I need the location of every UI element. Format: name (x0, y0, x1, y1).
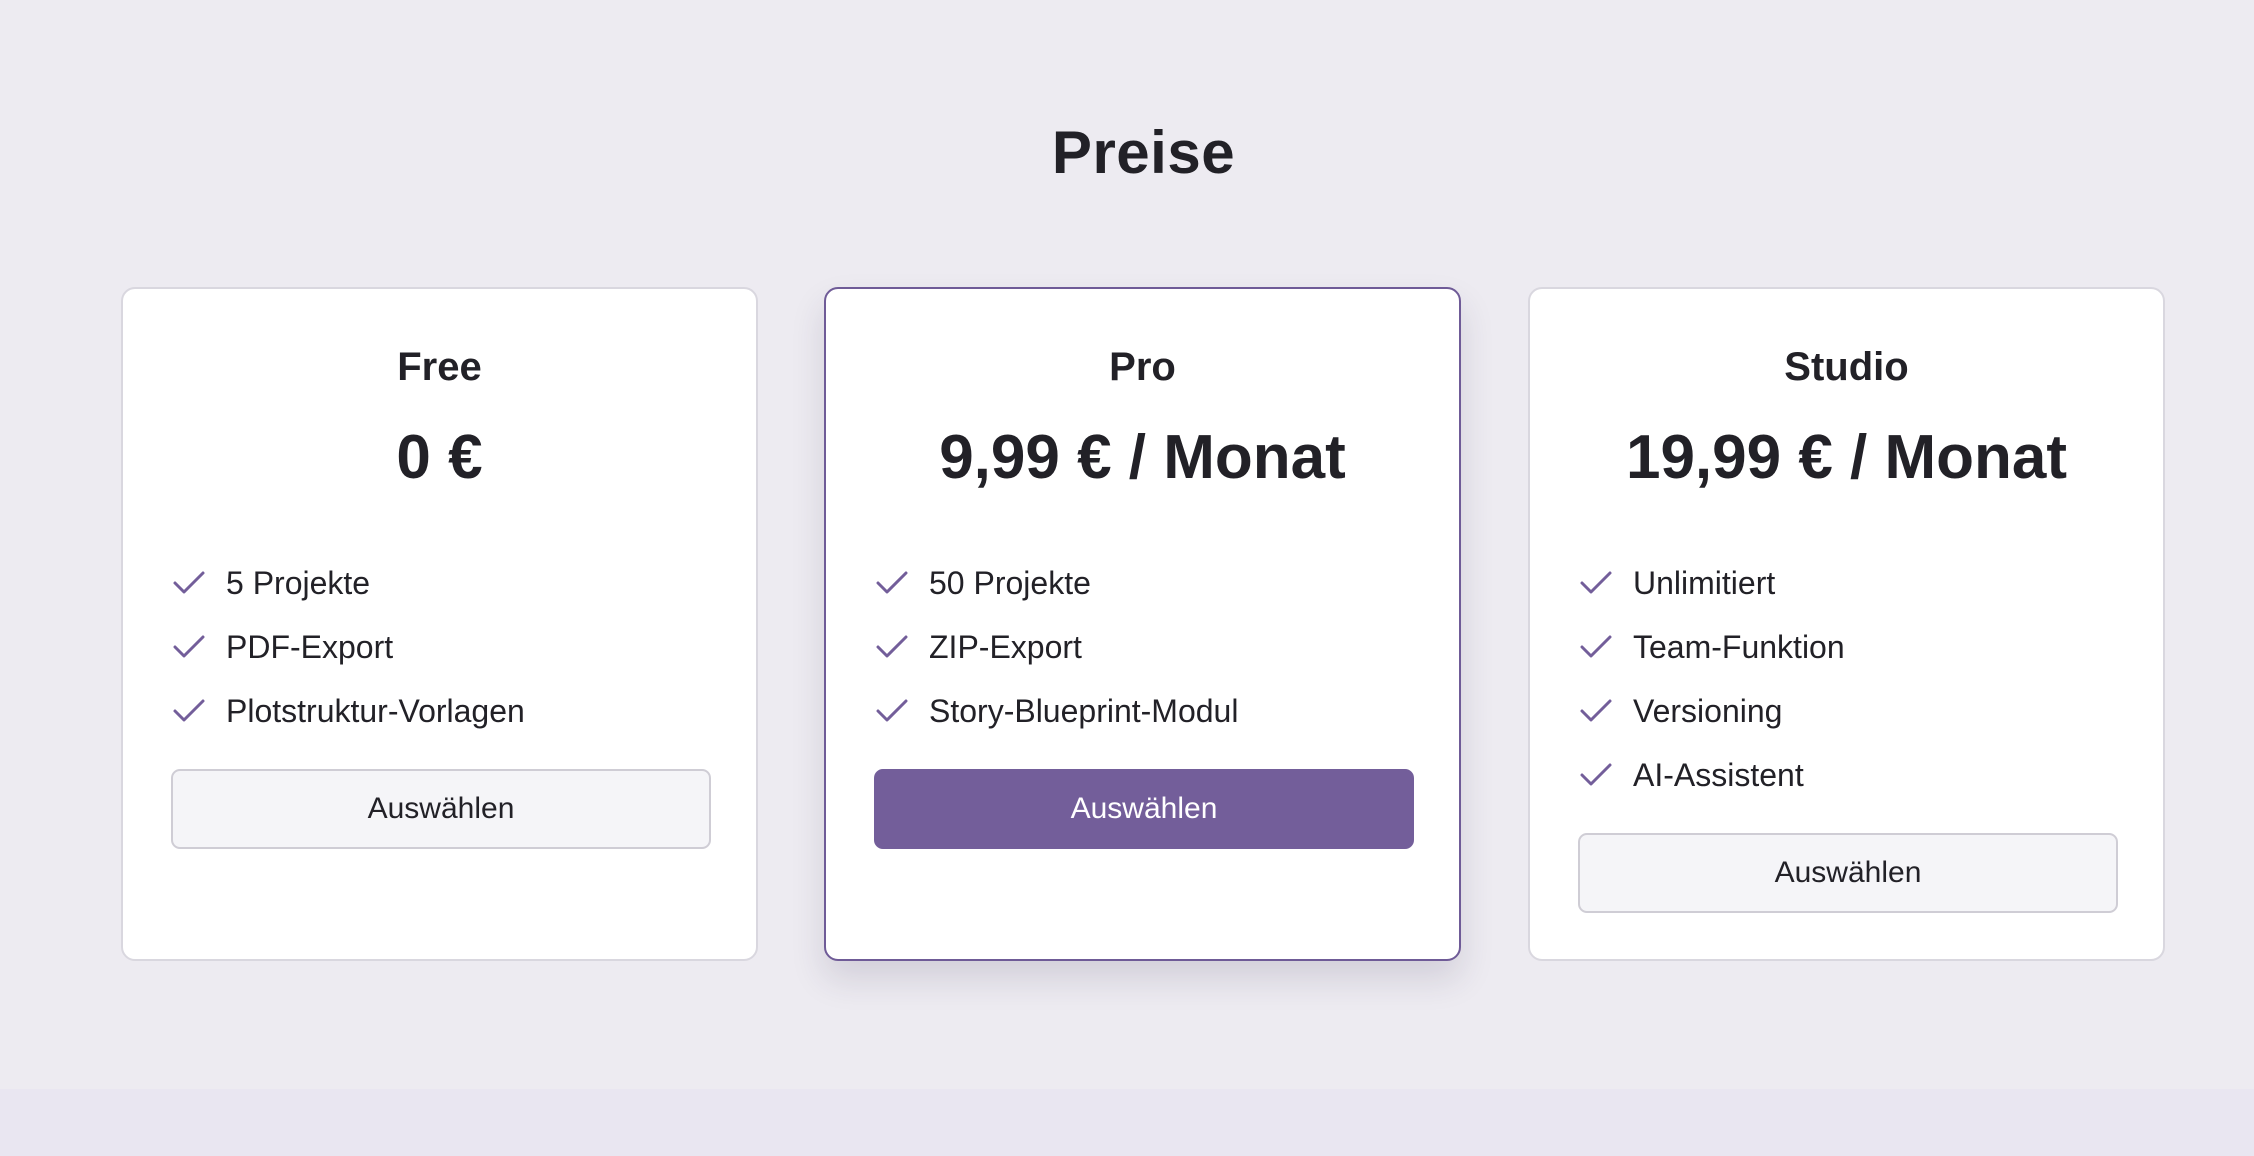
feature-label: ZIP-Export (929, 628, 1082, 665)
feature-label: Plotstruktur-Vorlagen (226, 692, 525, 729)
plan-name: Pro (1109, 345, 1176, 389)
pricing-card-studio: Studio 19,99 € / Monat Unlimitiert Team-… (1528, 287, 2165, 961)
feature-label: PDF-Export (226, 628, 394, 665)
feature-item: 50 Projekte (875, 551, 1429, 615)
feature-label: AI-Assistent (1633, 756, 1804, 793)
select-free-button[interactable]: Auswählen (171, 769, 711, 849)
check-icon (173, 699, 205, 722)
plan-price: 19,99 € / Monat (1625, 423, 2068, 492)
select-pro-button[interactable]: Auswählen (874, 769, 1414, 849)
check-icon (1580, 763, 1612, 786)
feature-item: Unlimitiert (1579, 551, 2133, 615)
feature-list: 5 Projekte PDF-Export Plotstruktur-Vorla… (172, 551, 726, 743)
check-icon (876, 699, 908, 722)
feature-item: Team-Funktion (1579, 615, 2133, 679)
check-icon (173, 635, 205, 658)
footer-band (0, 1089, 2254, 1156)
feature-item: Versioning (1579, 679, 2133, 743)
page-title: Preise (1051, 119, 1236, 186)
feature-list: 50 Projekte ZIP-Export Story-Blueprint-M… (875, 551, 1429, 743)
feature-label: 50 Projekte (929, 564, 1091, 601)
feature-label: Team-Funktion (1633, 628, 1845, 665)
plan-price: 0 € (396, 423, 483, 492)
check-icon (876, 635, 908, 658)
check-icon (1580, 571, 1612, 594)
feature-item: Plotstruktur-Vorlagen (172, 679, 726, 743)
check-icon (1580, 699, 1612, 722)
feature-list: Unlimitiert Team-Funktion Versioning AI-… (1579, 551, 2133, 807)
feature-label: Story-Blueprint-Modul (929, 692, 1239, 729)
plan-name: Studio (1784, 345, 1909, 389)
check-icon (876, 571, 908, 594)
feature-item: PDF-Export (172, 615, 726, 679)
check-icon (173, 571, 205, 594)
feature-item: ZIP-Export (875, 615, 1429, 679)
pricing-card-pro: Pro 9,99 € / Monat 50 Projekte ZIP-Expor… (824, 287, 1461, 961)
feature-label: 5 Projekte (226, 564, 371, 601)
feature-item: 5 Projekte (172, 551, 726, 615)
check-icon (1580, 635, 1612, 658)
plan-name: Free (397, 345, 482, 389)
pricing-card-free: Free 0 € 5 Projekte PDF-Export Plotstruk… (121, 287, 758, 961)
plan-price: 9,99 € / Monat (939, 423, 1346, 492)
feature-item: Story-Blueprint-Modul (875, 679, 1429, 743)
feature-label: Versioning (1633, 692, 1783, 729)
feature-item: AI-Assistent (1579, 743, 2133, 807)
feature-label: Unlimitiert (1633, 564, 1776, 601)
select-studio-button[interactable]: Auswählen (1578, 833, 2118, 913)
